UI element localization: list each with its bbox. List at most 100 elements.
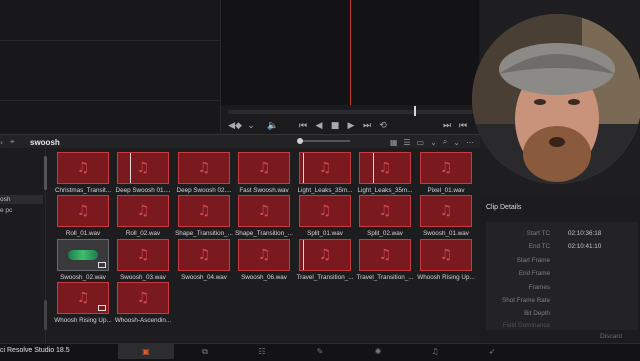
reverse-icon[interactable]: ◀ [311, 121, 327, 131]
bin-name: swoosh [30, 137, 60, 147]
clip-item[interactable]: ♫ Christmas_Transit... [53, 152, 113, 194]
clip-name: Whoosh Rising Up... [417, 274, 475, 281]
scrubber-marker[interactable] [414, 106, 416, 116]
clip-thumbnail[interactable]: ♫ [117, 282, 169, 314]
list-view-icon[interactable]: ☰ [403, 138, 410, 147]
clip-thumbnail[interactable]: ♫ [299, 239, 351, 271]
clip-item[interactable]: ♫ Roll_02.wav [113, 195, 173, 237]
music-note-icon: ♫ [318, 203, 332, 219]
clip-thumbnail[interactable]: ♫ [238, 239, 290, 271]
clip-name: Light_Leaks_35m... [357, 187, 413, 194]
clip-item[interactable]: ♫ Travel_Transition_... [355, 239, 415, 281]
clip-item[interactable]: ♫ Whoosh Rising Up... [416, 239, 476, 281]
clip-item[interactable]: ♫ Swoosh_01.wav [416, 195, 476, 237]
clip-item[interactable]: ♫ Deep Swoosh 01.... [113, 152, 173, 194]
prev-frame-icon[interactable]: ⏭ [439, 121, 455, 131]
fusion-icon: ✎ [316, 347, 324, 356]
music-note-icon: ♫ [197, 160, 211, 176]
clip-thumbnail[interactable] [57, 239, 109, 271]
viewer-scrubber[interactable] [228, 110, 473, 114]
clip-item[interactable]: ♫ Light_Leaks_35m... [295, 152, 355, 194]
discard-button[interactable]: Discard [600, 333, 622, 340]
clip-thumbnail[interactable]: ♫ [299, 195, 351, 227]
clip-name: Deep Swoosh 01.... [115, 187, 171, 194]
fairlight-page-button[interactable]: ♫ [407, 344, 463, 359]
clip-name: Roll_02.wav [125, 230, 161, 237]
cut-page-button[interactable]: ⧉ [177, 344, 233, 359]
chevron-down-icon[interactable]: ⌄ [243, 121, 259, 131]
thumbnail-zoom-handle[interactable] [297, 138, 303, 144]
waveform-icon [68, 250, 98, 260]
detail-label: End Frame [518, 270, 550, 277]
color-page-button[interactable]: ✺ [350, 344, 406, 359]
clip-item[interactable]: ♫ Whoosh Rising Up... [53, 282, 113, 324]
clip-thumbnail[interactable]: ♫ [117, 239, 169, 271]
thumbnail-zoom-slider[interactable] [300, 140, 350, 142]
jog-icon[interactable]: ◀◆ [227, 121, 243, 131]
sidebar-item[interactable]: osh [0, 196, 10, 203]
clip-item[interactable]: ♫ Fast Swoosh.wav [234, 152, 294, 194]
fusion-page-button[interactable]: ✎ [292, 344, 348, 359]
clip-item[interactable]: Swoosh_02.wav [53, 239, 113, 281]
music-note-icon: ♫ [257, 160, 271, 176]
chevron-down-icon[interactable]: ⌄ [430, 138, 437, 147]
clip-thumbnail[interactable]: ♫ [57, 195, 109, 227]
clip-item[interactable]: ♫ Roll_01.wav [53, 195, 113, 237]
clip-name: Travel_Transition_... [296, 274, 354, 281]
media-page-button[interactable]: ▣ [118, 344, 174, 359]
metadata-view-icon[interactable]: ▭ [417, 138, 425, 147]
music-note-icon: ♫ [197, 247, 211, 263]
clip-thumbnail[interactable]: ♫ [299, 152, 351, 184]
clip-item[interactable]: ♫ Shape_Transition_... [174, 195, 234, 237]
clip-item[interactable]: ♫ Swoosh_04.wav [174, 239, 234, 281]
clip-item[interactable]: ♫ Travel_Transition_... [295, 239, 355, 281]
chevron-down-icon[interactable]: ⌄ [453, 138, 460, 147]
thumbnail-view-icon[interactable]: ▦ [390, 138, 398, 147]
clip-item[interactable]: ♫ Pixel_01.wav [416, 152, 476, 194]
clip-thumbnail[interactable]: ♫ [238, 195, 290, 227]
clip-item[interactable]: ♫ Light_Leaks_35m... [355, 152, 415, 194]
clip-thumbnail[interactable]: ♫ [178, 152, 230, 184]
clip-item[interactable]: ♫ Swoosh_03.wav [113, 239, 173, 281]
clip-item[interactable]: ♫ Split_01.wav [295, 195, 355, 237]
deliver-page-button[interactable]: ➶ [464, 344, 520, 359]
next-frame-icon[interactable]: ⏮ [455, 121, 471, 131]
sidebar-item[interactable]: e pc [0, 207, 12, 214]
clip-thumbnail[interactable]: ♫ [359, 239, 411, 271]
clip-thumbnail[interactable]: ♫ [359, 195, 411, 227]
go-to-end-icon[interactable]: ⏭ [359, 121, 375, 131]
clip-thumbnail[interactable]: ♫ [178, 239, 230, 271]
play-icon[interactable]: ▶ [343, 121, 359, 131]
clip-thumbnail[interactable]: ♫ [238, 152, 290, 184]
back-icon[interactable]: ‹ [0, 138, 3, 147]
clip-item[interactable]: ♫ Swoosh_06.wav [234, 239, 294, 281]
go-to-start-icon[interactable]: ⏮ [295, 121, 311, 131]
nav-icon[interactable]: ⌖ [10, 137, 15, 147]
search-icon[interactable]: ⌕ [443, 137, 447, 147]
clip-thumbnail[interactable]: ♫ [420, 239, 472, 271]
loop-icon[interactable]: ⟲ [375, 121, 391, 131]
clip-item[interactable]: ♫ Split_02.wav [355, 195, 415, 237]
volume-icon[interactable]: 🔈 [265, 121, 281, 131]
clip-thumbnail[interactable]: ♫ [178, 195, 230, 227]
clip-item[interactable]: ♫ Whoosh-Ascendin... [113, 282, 173, 324]
viewer-playhead[interactable] [350, 0, 351, 105]
clip-item[interactable]: ♫ Shape_Transition_... [234, 195, 294, 237]
edit-page-button[interactable]: ☷ [234, 344, 290, 359]
detail-value[interactable]: 02:10:41:10 [568, 243, 601, 250]
divider [0, 100, 220, 101]
clip-thumbnail[interactable]: ♫ [117, 152, 169, 184]
clip-thumbnail[interactable]: ♫ [117, 195, 169, 227]
music-note-icon: ♫ [136, 290, 150, 306]
clip-thumbnail[interactable]: ♫ [359, 152, 411, 184]
music-note-icon: ♫ [136, 160, 150, 176]
clip-thumbnail[interactable]: ♫ [420, 152, 472, 184]
stop-icon[interactable]: ■ [327, 121, 343, 131]
clip-thumbnail[interactable]: ♫ [57, 152, 109, 184]
detail-value[interactable]: 02:10:36:18 [568, 230, 601, 237]
clip-item[interactable]: ♫ Deep Swoosh 02.... [174, 152, 234, 194]
clip-thumbnail[interactable]: ♫ [57, 282, 109, 314]
clip-name: Swoosh_06.wav [241, 274, 287, 281]
clip-thumbnail[interactable]: ♫ [420, 195, 472, 227]
options-icon[interactable]: ⋯ [466, 138, 474, 147]
